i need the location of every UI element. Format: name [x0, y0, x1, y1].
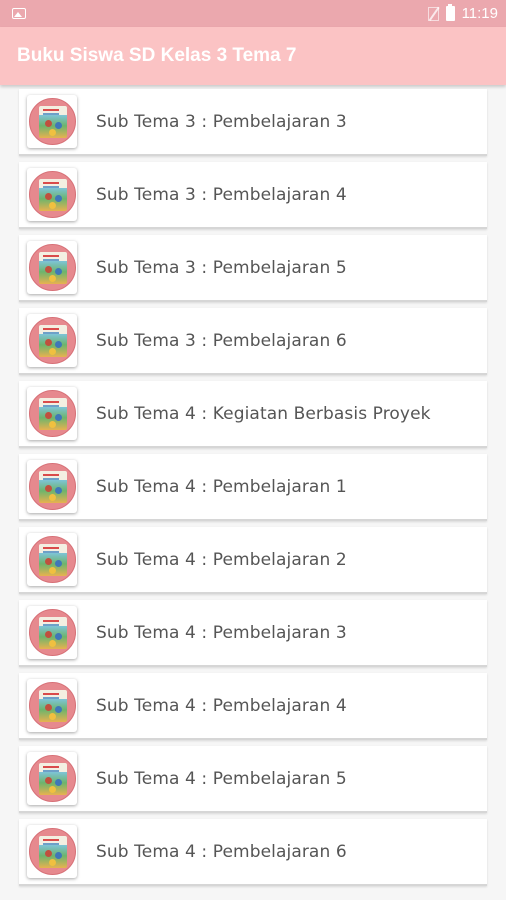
list-item[interactable]: Sub Tema 4 : Pembelajaran 3: [19, 600, 487, 667]
book-cover-thumbnail: [27, 825, 77, 878]
list-item[interactable]: Sub Tema 3 : Pembelajaran 5: [19, 235, 487, 302]
list-item-label: Sub Tema 3 : Pembelajaran 4: [96, 184, 347, 205]
list-item[interactable]: Sub Tema 4 : Pembelajaran 4: [19, 673, 487, 740]
list-item-label: Sub Tema 3 : Pembelajaran 6: [96, 330, 347, 351]
list-item-label: Sub Tema 4 : Kegiatan Berbasis Proyek: [96, 403, 431, 424]
list-item-label: Sub Tema 4 : Pembelajaran 4: [96, 695, 347, 716]
book-cover-thumbnail: [27, 387, 77, 440]
status-bar-right: 11:19: [427, 4, 498, 22]
book-cover-thumbnail: [27, 168, 77, 221]
battery-icon: [445, 4, 455, 21]
no-sim-icon: [427, 6, 439, 21]
book-cover-thumbnail: [27, 314, 77, 367]
book-cover-thumbnail: [27, 460, 77, 513]
list-item[interactable]: Sub Tema 3 : Pembelajaran 6: [19, 308, 487, 375]
status-bar: 11:19: [0, 0, 506, 27]
list-item-label: Sub Tema 4 : Pembelajaran 2: [96, 549, 347, 570]
list-item-label: Sub Tema 4 : Pembelajaran 3: [96, 622, 347, 643]
list-item-label: Sub Tema 4 : Pembelajaran 6: [96, 841, 347, 862]
list-item[interactable]: Sub Tema 3 : Pembelajaran 3: [19, 89, 487, 156]
list-item[interactable]: Sub Tema 4 : Pembelajaran 5: [19, 746, 487, 813]
list-item-label: Sub Tema 3 : Pembelajaran 3: [96, 111, 347, 132]
status-time: 11:19: [461, 5, 498, 22]
list-item-label: Sub Tema 3 : Pembelajaran 5: [96, 257, 347, 278]
book-cover-thumbnail: [27, 752, 77, 805]
app-title: Buku Siswa SD Kelas 3 Tema 7: [17, 45, 297, 66]
list-item[interactable]: Sub Tema 3 : Pembelajaran 4: [19, 162, 487, 229]
list-item-label: Sub Tema 4 : Pembelajaran 1: [96, 476, 347, 497]
book-cover-thumbnail: [27, 241, 77, 294]
list-item[interactable]: Sub Tema 4 : Pembelajaran 1: [19, 454, 487, 521]
list-item[interactable]: Sub Tema 4 : Kegiatan Berbasis Proyek: [19, 381, 487, 448]
app-bar: Buku Siswa SD Kelas 3 Tema 7: [0, 27, 506, 85]
image-notification-icon: [12, 8, 26, 19]
book-cover-thumbnail: [27, 606, 77, 659]
list-item[interactable]: Sub Tema 4 : Pembelajaran 2: [19, 527, 487, 594]
book-cover-thumbnail: [27, 533, 77, 586]
list-item-label: Sub Tema 4 : Pembelajaran 5: [96, 768, 347, 789]
book-cover-thumbnail: [27, 679, 77, 732]
book-cover-thumbnail: [27, 95, 77, 148]
list-item[interactable]: Sub Tema 4 : Pembelajaran 6: [19, 819, 487, 886]
